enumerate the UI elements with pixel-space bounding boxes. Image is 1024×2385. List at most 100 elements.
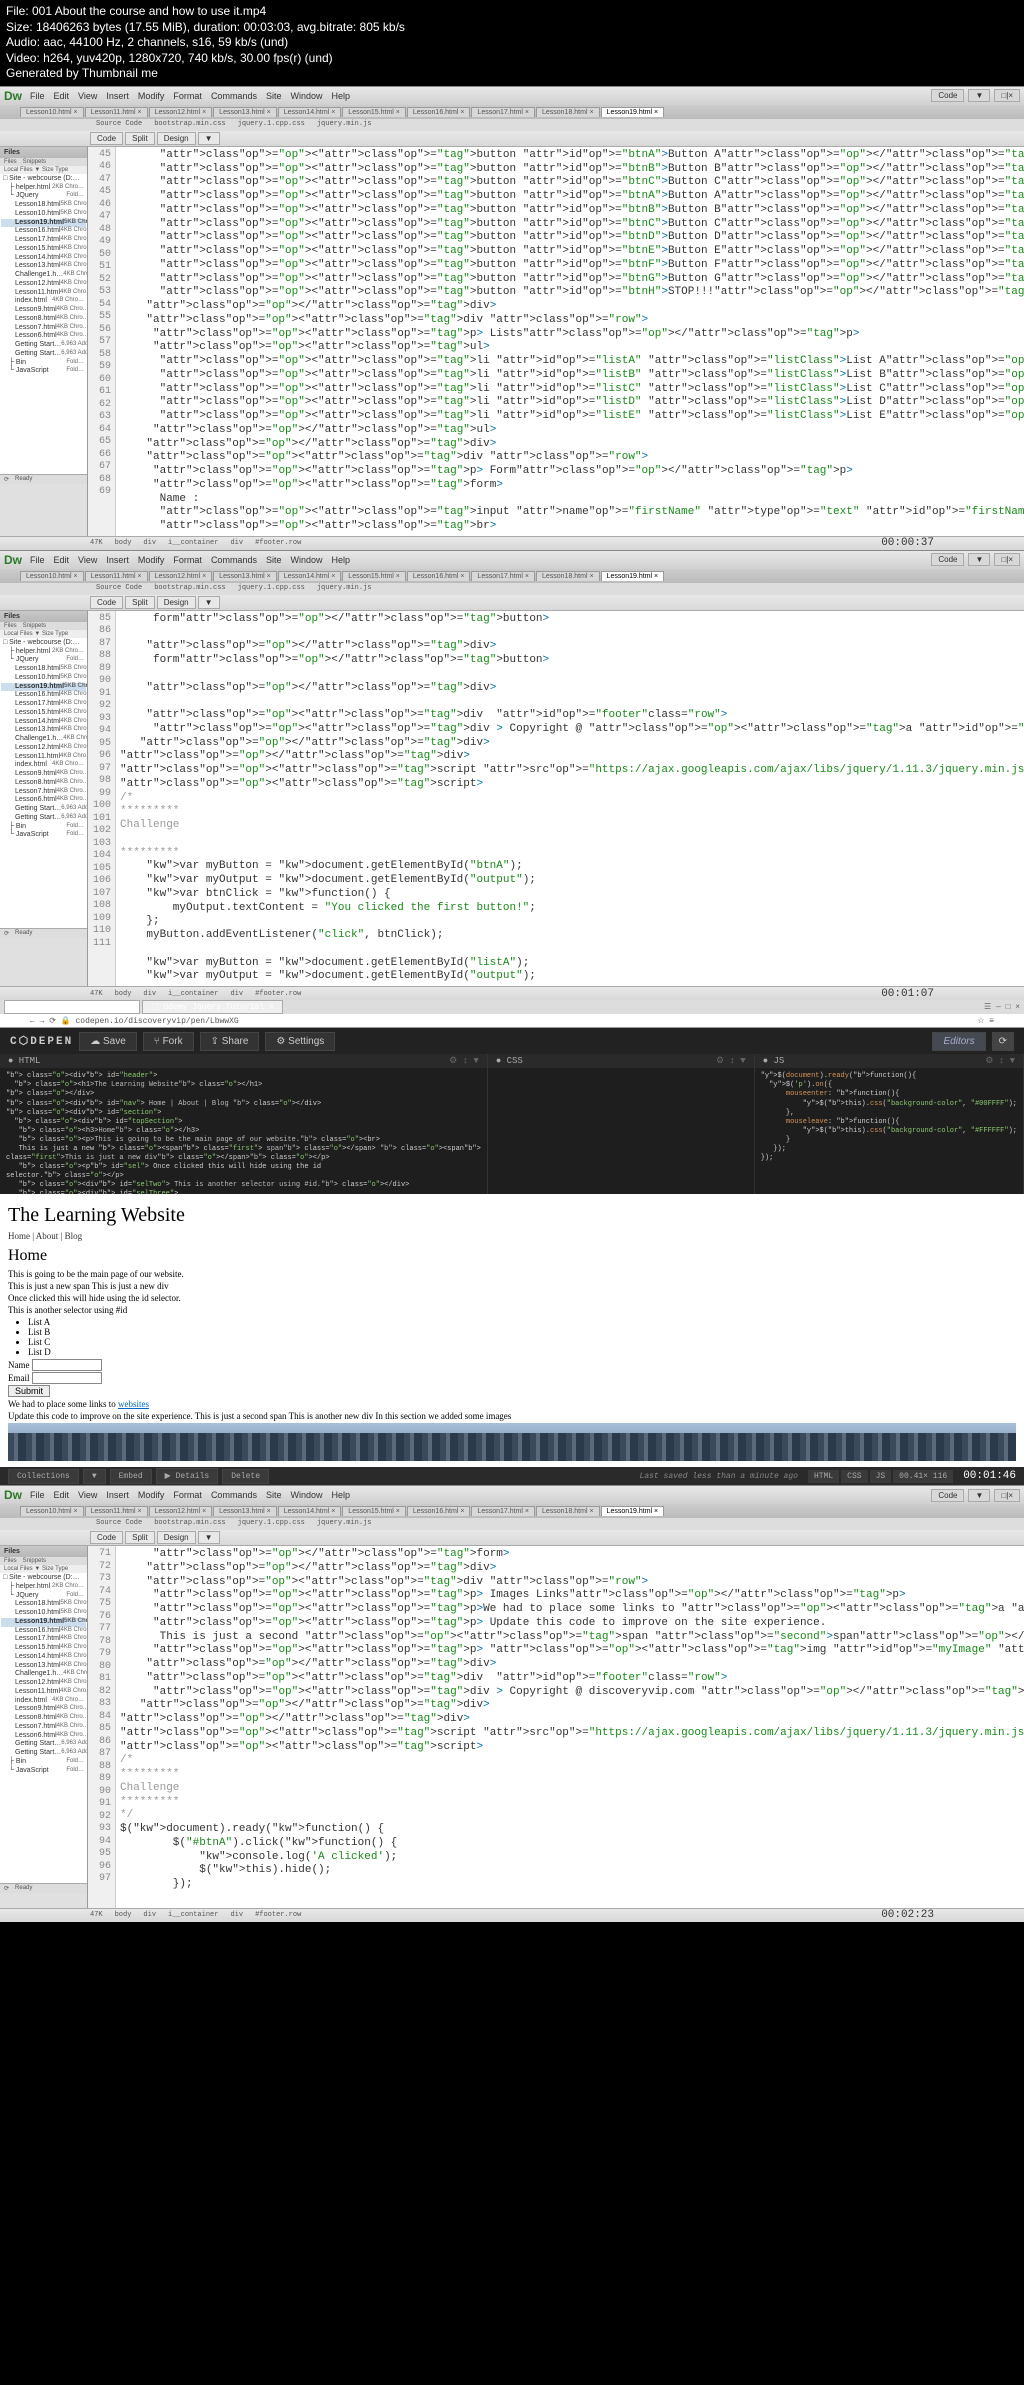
view-code[interactable]: Code (90, 596, 123, 609)
window-control[interactable]: ▼ (968, 553, 990, 566)
code-editor[interactable]: 4546474546474849505152535455565758596061… (88, 147, 1024, 536)
editor-css[interactable] (488, 1068, 754, 1194)
tab-Lesson19.html[interactable]: Lesson19.html × (601, 1506, 665, 1516)
menu-help[interactable]: Help (331, 1490, 350, 1500)
window-control[interactable]: □|× (994, 89, 1020, 102)
file-row[interactable]: Challenge1.h…4KB Chro… (1, 271, 86, 280)
file-row[interactable]: Lesson8.html4KB Chro… (1, 315, 86, 324)
file-row[interactable]: Lesson16.html4KB Chro… (1, 691, 86, 700)
file-row[interactable]: Lesson18.html5KB Chro… (1, 665, 86, 674)
share-button[interactable]: ⇪ Share (200, 1032, 260, 1051)
file-row[interactable]: Lesson13.html4KB Chro… (1, 726, 86, 735)
view-split[interactable]: Split (125, 132, 155, 145)
menu-commands[interactable]: Commands (211, 1490, 257, 1500)
file-row[interactable]: Lesson13.html4KB Chro… (1, 262, 86, 271)
file-row[interactable]: Lesson9.html4KB Chro… (1, 770, 86, 779)
window-control[interactable]: Code (931, 553, 964, 566)
tab-Lesson13.html[interactable]: Lesson13.html × (213, 571, 277, 581)
lang-tag[interactable]: CSS (841, 1470, 867, 1483)
browser-tab-2[interactable]: ⬚ Udemy Jquery Tutorial × (142, 1000, 283, 1014)
menu-window[interactable]: Window (290, 91, 322, 101)
menu-edit[interactable]: Edit (54, 555, 70, 565)
view-split[interactable]: Split (125, 596, 155, 609)
file-row[interactable]: Lesson15.html4KB Chro… (1, 1644, 86, 1653)
file-row[interactable]: └ JQueryFold… (1, 656, 86, 665)
file-row[interactable]: Lesson9.html4KB Chro… (1, 306, 86, 315)
file-row[interactable]: Getting Start…6,963 Adob… (1, 341, 86, 350)
gear-icon[interactable]: ⚙ ↕ ▼ (985, 1056, 1015, 1066)
menu-format[interactable]: Format (173, 91, 202, 101)
tab-Lesson14.html[interactable]: Lesson14.html × (278, 571, 342, 581)
file-row[interactable]: Lesson14.html4KB Chro… (1, 254, 86, 263)
file-row[interactable]: Lesson9.html4KB Chro… (1, 1705, 86, 1714)
tab-Lesson15.html[interactable]: Lesson15.html × (342, 107, 406, 117)
file-row[interactable]: Lesson18.html5KB Chro… (1, 1600, 86, 1609)
address-bar[interactable]: ← → ⟳ 🔒 codepen.io/discoveryvip/pen/Lbww… (0, 1014, 1024, 1028)
menu-window[interactable]: Window (290, 555, 322, 565)
footer-embed-button[interactable]: Embed (110, 1469, 152, 1484)
menu-file[interactable]: File (30, 1490, 45, 1500)
file-row[interactable]: Lesson12.html4KB Chro… (1, 1679, 86, 1688)
menu-site[interactable]: Site (266, 555, 282, 565)
file-row[interactable]: Lesson18.html5KB Chro… (1, 201, 86, 210)
file-row[interactable]: Challenge1.h…4KB Chro… (1, 735, 86, 744)
editors-button[interactable]: Editors (932, 1032, 985, 1051)
menu-file[interactable]: File (30, 555, 45, 565)
file-row[interactable]: index.html4KB Chro… (1, 297, 86, 306)
file-row[interactable]: Lesson19.html5KB Chro… (1, 219, 86, 228)
view-▼[interactable]: ▼ (198, 132, 220, 145)
file-row[interactable]: Getting Start…6,963 Adob… (1, 1740, 86, 1749)
tab-Lesson13.html[interactable]: Lesson13.html × (213, 107, 277, 117)
file-row[interactable]: Lesson10.html5KB Chro… (1, 1609, 86, 1618)
file-row[interactable]: └ JavaScriptFold… (1, 1767, 86, 1776)
file-row[interactable]: Lesson8.html4KB Chro… (1, 779, 86, 788)
file-row[interactable]: Lesson16.html4KB Chro… (1, 227, 86, 236)
menu-commands[interactable]: Commands (211, 555, 257, 565)
menu-insert[interactable]: Insert (106, 1490, 129, 1500)
window-control[interactable]: ▼ (968, 89, 990, 102)
subtab[interactable]: Source Code (90, 583, 148, 595)
tab-Lesson13.html[interactable]: Lesson13.html × (213, 1506, 277, 1516)
tab-Lesson19.html[interactable]: Lesson19.html × (601, 107, 665, 117)
file-row[interactable]: Lesson7.html4KB Chro… (1, 324, 86, 333)
view-code[interactable]: Code (90, 1531, 123, 1544)
view-design[interactable]: Design (157, 132, 196, 145)
file-row[interactable]: Getting Start…6,963 Adob… (1, 805, 86, 814)
file-row[interactable]: Lesson17.html4KB Chro… (1, 700, 86, 709)
gear-icon[interactable]: ⚙ ↕ ▼ (449, 1056, 479, 1066)
view-▼[interactable]: ▼ (198, 1531, 220, 1544)
file-row[interactable]: □ Site - webcourse (D:… (1, 639, 86, 648)
window-control[interactable]: Code (931, 1489, 964, 1502)
window-control[interactable]: Code (931, 89, 964, 102)
tab-Lesson18.html[interactable]: Lesson18.html × (536, 571, 600, 581)
tab-Lesson11.html[interactable]: Lesson11.html × (85, 1506, 148, 1516)
tab-Lesson12.html[interactable]: Lesson12.html × (149, 1506, 213, 1516)
file-row[interactable]: └ JavaScriptFold… (1, 831, 86, 840)
menu-modify[interactable]: Modify (138, 555, 165, 565)
view-design[interactable]: Design (157, 1531, 196, 1544)
tab-Lesson14.html[interactable]: Lesson14.html × (278, 107, 342, 117)
menu-help[interactable]: Help (331, 91, 350, 101)
file-row[interactable]: index.html4KB Chro… (1, 1697, 86, 1706)
file-row[interactable]: └ JQueryFold… (1, 1592, 86, 1601)
file-row[interactable]: Lesson11.html4KB Chro… (1, 1688, 86, 1697)
menu-file[interactable]: File (30, 91, 45, 101)
menu-commands[interactable]: Commands (211, 91, 257, 101)
email-input[interactable] (32, 1372, 102, 1384)
file-row[interactable]: Lesson15.html4KB Chro… (1, 245, 86, 254)
file-row[interactable]: Lesson11.html4KB Chro… (1, 753, 86, 762)
websites-link[interactable]: websites (118, 1399, 149, 1409)
tab-Lesson17.html[interactable]: Lesson17.html × (471, 571, 535, 581)
tab-Lesson12.html[interactable]: Lesson12.html × (149, 107, 213, 117)
file-row[interactable]: Lesson7.html4KB Chro… (1, 1723, 86, 1732)
menu-view[interactable]: View (78, 555, 97, 565)
file-row[interactable]: Lesson15.html4KB Chro… (1, 709, 86, 718)
tab-Lesson10.html[interactable]: Lesson10.html × (20, 107, 84, 117)
window-control[interactable]: □|× (994, 1489, 1020, 1502)
subtab[interactable]: jquery.1.cpp.css (232, 119, 311, 131)
file-row[interactable]: Challenge1.h…4KB Chro… (1, 1670, 86, 1679)
tab-Lesson18.html[interactable]: Lesson18.html × (536, 107, 600, 117)
settings-button[interactable]: ⚙ Settings (265, 1032, 335, 1051)
tab-Lesson17.html[interactable]: Lesson17.html × (471, 107, 535, 117)
file-row[interactable]: Getting Start…6,963 Adob… (1, 1749, 86, 1758)
